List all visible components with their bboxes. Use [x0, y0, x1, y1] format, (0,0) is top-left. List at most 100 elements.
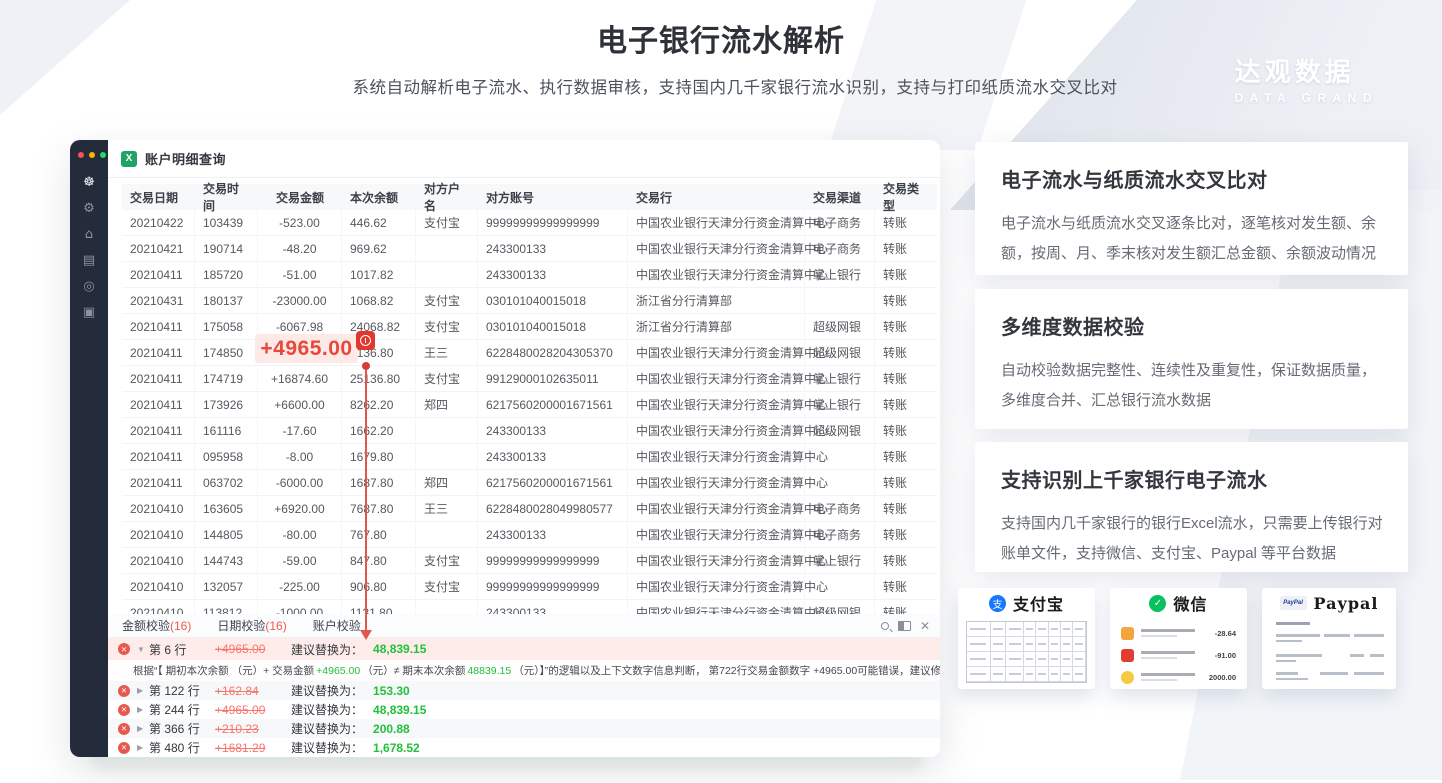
error-circle-icon: ✕: [118, 742, 130, 754]
box-icon[interactable]: ▣: [83, 306, 95, 319]
table-cell: -59.00: [258, 548, 342, 574]
table-row[interactable]: 20210421190714-48.20969.62243300133中国农业银…: [122, 236, 937, 262]
tab-amount-check[interactable]: 金额校验(16): [122, 617, 191, 634]
feature-title: 支持识别上千家银行电子流水: [1001, 464, 1382, 493]
table-row[interactable]: 20210411173926+6600.008262.20郑四621756020…: [122, 392, 937, 418]
table-row[interactable]: 20210410144805-80.00767.80243300133中国农业银…: [122, 522, 937, 548]
column-header[interactable]: 交易金额: [258, 184, 342, 210]
alipay-table-cell: [991, 622, 1006, 637]
table-row[interactable]: 20210411175058-6067.9824068.82支付宝0301010…: [122, 314, 937, 340]
warning-badge-icon[interactable]: [356, 331, 375, 350]
table-cell: 190714: [195, 236, 258, 262]
column-header[interactable]: 交易行: [628, 184, 805, 210]
list-icon[interactable]: ▤: [83, 254, 95, 267]
table-row[interactable]: 20210411063702-6000.001687.80郑四621756020…: [122, 470, 937, 496]
connector-arrowhead: [360, 630, 372, 640]
table-row[interactable]: 20210411174719+16874.6025136.80支付宝991290…: [122, 366, 937, 392]
table-row[interactable]: 20210410144743-59.00847.80支付宝99999999999…: [122, 548, 937, 574]
table-cell: -51.00: [258, 262, 342, 288]
validation-issue-row[interactable]: ✕▶第 244 行+4965.00建议替换为：48,839.15: [108, 700, 940, 719]
tab-account-check[interactable]: 账户校验: [313, 617, 361, 634]
validation-issue-row[interactable]: ✕▶第 366 行+210.23建议替换为：200.88: [108, 719, 940, 738]
table-cell: 030101040015018: [478, 314, 628, 340]
validation-issue-row[interactable]: ✕▶第 122 行+162.84建议替换为：153.30: [108, 681, 940, 700]
column-header[interactable]: 对方账号: [478, 184, 628, 210]
table-cell: 20210421: [122, 236, 195, 262]
table-cell: 99999999999999999: [478, 574, 628, 600]
column-header[interactable]: 本次余额: [342, 184, 416, 210]
table-cell: +6920.00: [258, 496, 342, 522]
alipay-table-cell: [1024, 637, 1036, 652]
wheel-icon[interactable]: ☸: [83, 176, 95, 189]
column-header[interactable]: 交易日期: [122, 184, 195, 210]
target-icon[interactable]: ◎: [83, 280, 94, 293]
alipay-table-cell: [1006, 637, 1024, 652]
table-cell: 243300133: [478, 444, 628, 470]
alipay-table-cell: [967, 622, 991, 637]
table-cell: [416, 522, 478, 548]
close-icon[interactable]: ✕: [920, 620, 930, 632]
issue-list: ✕▼第 6 行+4965.00建议替换为：48,839.15根据“【 期初本次余…: [108, 638, 940, 757]
table-cell: [416, 444, 478, 470]
table-cell: 中国农业银行天津分行资金清算中心: [628, 418, 805, 444]
alipay-table-cell: [991, 667, 1006, 682]
table-cell: -6000.00: [258, 470, 342, 496]
table-row[interactable]: 20210410132057-225.00906.80支付宝9999999999…: [122, 574, 937, 600]
table-row[interactable]: 20210411185720-51.001017.82243300133中国农业…: [122, 262, 937, 288]
issue-row-label: 第 6 行: [149, 641, 215, 658]
search-icon[interactable]: [881, 622, 889, 630]
validation-issue-row[interactable]: ✕▶第 480 行+1681.29建议替换为：1,678.52: [108, 738, 940, 757]
settings-icon[interactable]: ⚙: [83, 202, 95, 215]
table-cell: 7687.80: [342, 496, 416, 522]
wechat-icon: ✓: [1149, 595, 1166, 612]
table-cell: 中国农业银行天津分行资金清算中心: [628, 548, 805, 574]
table-cell: 180137: [195, 288, 258, 314]
window-control-close[interactable]: [78, 152, 84, 158]
issue-suggested-value: 48,839.15: [373, 703, 426, 717]
table-cell: 掌上银行: [805, 366, 875, 392]
table-cell: 郑四: [416, 470, 478, 496]
table-cell: 20210411: [122, 340, 195, 366]
table-cell: 6217560200001671561: [478, 392, 628, 418]
expand-caret-icon: ▶: [137, 705, 147, 714]
table-cell: 转账: [875, 444, 937, 470]
column-header[interactable]: 交易类型: [875, 184, 937, 210]
window-control-minimize[interactable]: [89, 152, 95, 158]
column-header[interactable]: 交易时间: [195, 184, 258, 210]
issue-old-value: +4965.00: [215, 703, 281, 717]
table-row[interactable]: 20210410163605+6920.007687.80王三622848002…: [122, 496, 937, 522]
issue-row-label: 第 122 行: [149, 682, 215, 699]
table-cell: 446.62: [342, 210, 416, 236]
table-cell: 144805: [195, 522, 258, 548]
table-row[interactable]: 20210422103439-523.00446.62支付宝9999999999…: [122, 210, 937, 236]
table-cell: -17.60: [258, 418, 342, 444]
layout-panel-icon[interactable]: [898, 621, 911, 631]
paypal-icon: PayPal: [1280, 596, 1307, 610]
issue-replace-label: 建议替换为：: [291, 739, 363, 756]
table-row[interactable]: 20210431180137-23000.001068.82支付宝0301010…: [122, 288, 937, 314]
error-circle-icon: ✕: [118, 723, 130, 735]
column-header[interactable]: 交易渠道: [805, 184, 875, 210]
feature-title: 电子流水与纸质流水交叉比对: [1001, 164, 1382, 193]
validation-issue-row[interactable]: ✕▼第 6 行+4965.00建议替换为：48,839.15: [108, 638, 940, 660]
tab-date-check[interactable]: 日期校验(16): [217, 617, 286, 634]
home-icon[interactable]: ⌂: [85, 228, 93, 241]
wechat-header: ✓ 微信: [1110, 588, 1247, 618]
table-cell: 1687.80: [342, 470, 416, 496]
wechat-label: 微信: [1173, 591, 1207, 615]
error-amount-highlight[interactable]: +4965.00: [255, 334, 358, 363]
table-cell: 转账: [875, 340, 937, 366]
document-title: 账户明细查询: [145, 149, 226, 168]
table-cell: 20210410: [122, 548, 195, 574]
table-cell: 20210411: [122, 262, 195, 288]
table-cell: -80.00: [258, 522, 342, 548]
window-control-maximize[interactable]: [100, 152, 106, 158]
table-cell: 175058: [195, 314, 258, 340]
alipay-table-cell: [1049, 622, 1061, 637]
table-row[interactable]: 20210411161116-17.601662.20243300133中国农业…: [122, 418, 937, 444]
column-header[interactable]: 对方户名: [416, 184, 478, 210]
table-cell: 20210431: [122, 288, 195, 314]
table-row[interactable]: 202104111748509136.80王三62284800282043053…: [122, 340, 937, 366]
merchant-icon: [1121, 649, 1134, 662]
table-row[interactable]: 20210411095958-8.001679.80243300133中国农业银…: [122, 444, 937, 470]
